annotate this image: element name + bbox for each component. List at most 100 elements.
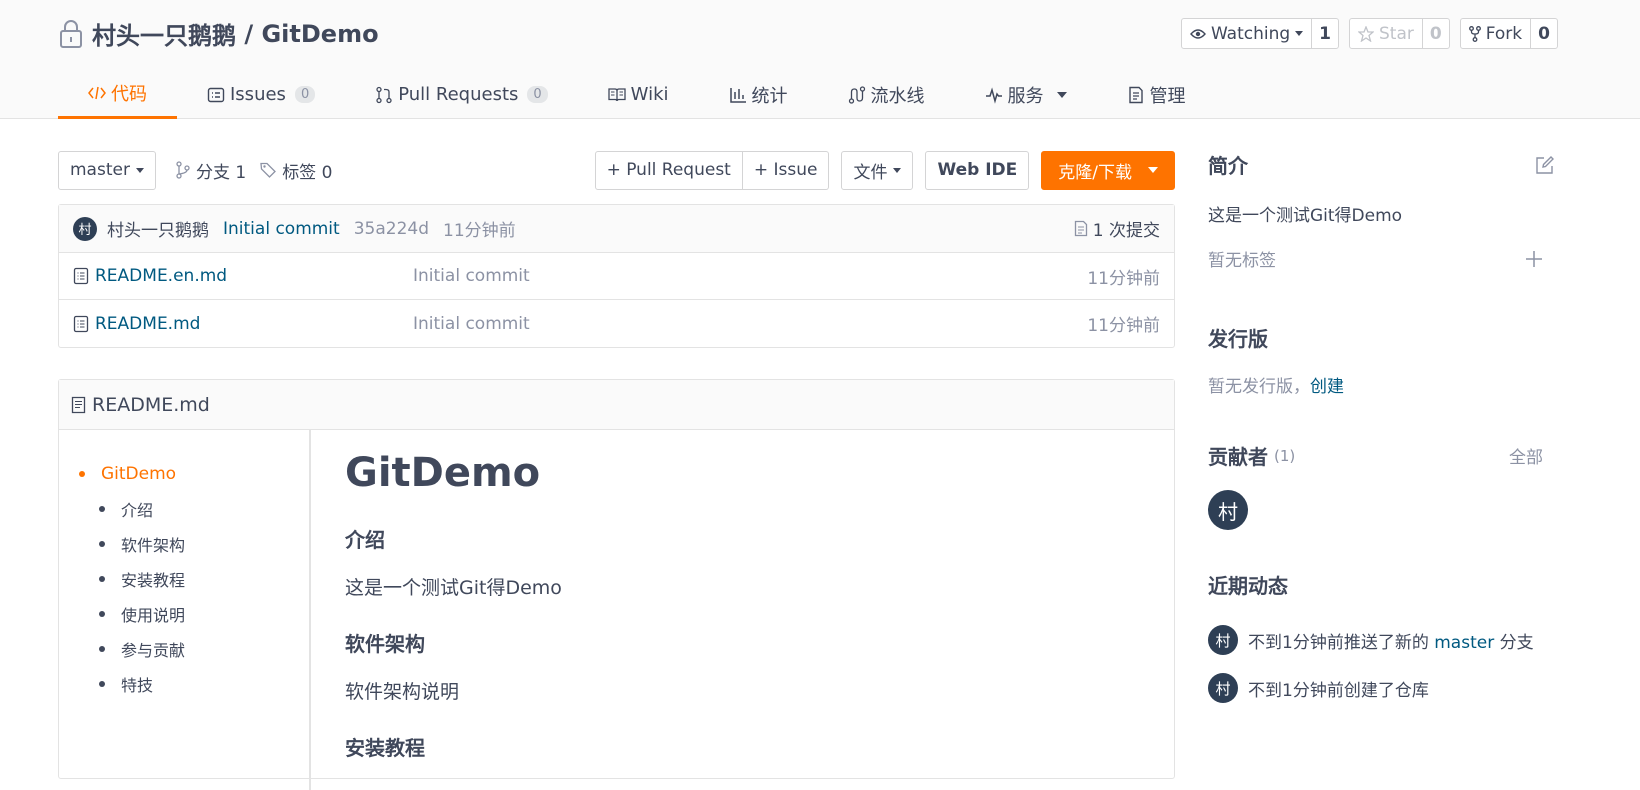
toc-item[interactable]: 安装教程 xyxy=(59,561,309,596)
about-section-title: 简介 xyxy=(1208,150,1555,179)
activity-title: 近期动态 xyxy=(1208,574,1288,598)
file-row: README.md Initial commit 11分钟前 xyxy=(59,300,1174,347)
repo-name-link[interactable]: GitDemo xyxy=(261,20,378,48)
commit-author[interactable]: 村头一只鹅鹅 xyxy=(107,216,209,241)
file-menu-label: 文件 xyxy=(853,162,888,183)
edit-icon[interactable] xyxy=(1535,155,1555,175)
fork-label: Fork xyxy=(1485,23,1523,44)
tab-code[interactable]: 代码 xyxy=(58,70,177,119)
fork-icon xyxy=(1468,25,1481,42)
new-issue-button[interactable]: + Issue xyxy=(742,150,830,190)
pulse-icon xyxy=(985,86,1002,104)
toc-item[interactable]: GitDemo xyxy=(59,456,309,491)
tab-pipeline[interactable]: 流水线 xyxy=(818,70,955,119)
tab-issues-label: Issues xyxy=(230,84,286,105)
star-label: Star xyxy=(1379,23,1414,44)
create-release-link[interactable]: 创建 xyxy=(1310,377,1344,397)
tab-services[interactable]: 服务 xyxy=(955,70,1097,119)
about-title: 简介 xyxy=(1208,154,1248,178)
fork-count[interactable]: 0 xyxy=(1531,19,1557,48)
plus-icon[interactable] xyxy=(1525,250,1543,268)
toc-item[interactable]: 软件架构 xyxy=(59,526,309,561)
branch-bar-actions: + Pull Request + Issue 文件 Web IDE 克隆/下载 xyxy=(594,150,1175,190)
watch-button[interactable]: Watching 1 xyxy=(1180,18,1340,49)
chart-icon xyxy=(729,87,746,103)
toc-label: GitDemo xyxy=(101,463,177,484)
tab-stats[interactable]: 统计 xyxy=(699,70,818,119)
readme-architecture-text: 软件架构说明 xyxy=(345,681,460,703)
lock-icon xyxy=(60,19,82,48)
file-name[interactable]: README.md xyxy=(73,314,413,334)
toc-item[interactable]: 介绍 xyxy=(59,491,309,526)
tags-row: 暂无标签 xyxy=(1208,246,1555,271)
no-tags-text: 暂无标签 xyxy=(1208,251,1276,271)
file-link[interactable]: README.md xyxy=(95,314,200,334)
star-button[interactable]: Star 0 xyxy=(1349,18,1450,49)
tab-issues[interactable]: Issues 0 xyxy=(177,70,345,119)
toc-item[interactable]: 使用说明 xyxy=(59,596,309,631)
commit-time: 11分钟前 xyxy=(443,221,516,241)
repo-tabs: 代码 Issues 0 Pull Requests 0 Wiki 统计 流水线 … xyxy=(58,70,1216,119)
tab-pull-requests[interactable]: Pull Requests 0 xyxy=(345,70,577,119)
commit-message-link[interactable]: Initial commit xyxy=(223,219,340,239)
avatar[interactable]: 村 xyxy=(1208,673,1238,703)
web-ide-button[interactable]: Web IDE xyxy=(925,150,1030,190)
toc-label: 安装教程 xyxy=(121,570,186,590)
readme-heading-architecture: 软件架构 xyxy=(345,632,425,656)
file-menu-button[interactable]: 文件 xyxy=(841,150,914,190)
bullet-icon xyxy=(79,470,85,477)
contributors-list: 村 xyxy=(1208,490,1555,530)
toc-label: 参与贡献 xyxy=(121,640,186,660)
avatar[interactable]: 村 xyxy=(73,216,97,241)
branch-link[interactable]: master xyxy=(1434,633,1494,653)
all-contributors-link[interactable]: 全部 xyxy=(1509,443,1543,468)
contributors-count: (1) xyxy=(1274,446,1296,465)
toc-item[interactable]: 参与贡献 xyxy=(59,631,309,666)
avatar[interactable]: 村 xyxy=(1208,625,1238,655)
clone-download-button[interactable]: 克隆/下载 xyxy=(1041,150,1175,190)
issues-count-badge: 0 xyxy=(294,86,316,103)
watch-count[interactable]: 1 xyxy=(1312,19,1338,48)
repo-separator: / xyxy=(236,19,262,48)
activity-text: 不到1分钟前推送了新的 master 分支 xyxy=(1248,628,1534,653)
fork-button[interactable]: Fork 0 xyxy=(1459,18,1558,49)
commit-hash[interactable]: 35a224d xyxy=(354,219,429,239)
tab-pipeline-label: 流水线 xyxy=(870,85,925,107)
tag-icon xyxy=(260,162,277,178)
file-commit-message[interactable]: Initial commit xyxy=(413,266,1087,286)
branches-link[interactable]: 分支 1 xyxy=(176,158,246,183)
file-text-icon xyxy=(71,396,86,413)
repo-owner-link[interactable]: 村头一只鹅鹅 xyxy=(92,16,236,51)
watch-label: Watching xyxy=(1210,23,1291,44)
tab-manage-label: 管理 xyxy=(1149,85,1186,107)
tab-wiki-label: Wiki xyxy=(630,84,669,105)
tab-wiki[interactable]: Wiki xyxy=(578,70,699,119)
file-commit-message[interactable]: Initial commit xyxy=(413,314,1087,334)
about-description: 这是一个测试Git得Demo xyxy=(1208,206,1403,226)
readme-toc: GitDemo 介绍 软件架构 安装教程 使用说明 参与贡献 特技 xyxy=(59,430,311,790)
file-link[interactable]: README.en.md xyxy=(95,266,227,286)
tab-manage[interactable]: 管理 xyxy=(1097,70,1216,119)
star-count[interactable]: 0 xyxy=(1423,19,1449,48)
pull-requests-count-badge: 0 xyxy=(527,86,548,103)
tab-pull-requests-label: Pull Requests xyxy=(398,84,519,105)
settings-doc-icon xyxy=(1128,86,1143,103)
chevron-down-icon xyxy=(893,167,902,173)
file-name[interactable]: README.en.md xyxy=(73,266,413,286)
file-row: README.en.md Initial commit 11分钟前 xyxy=(59,253,1174,300)
no-release-text: 暂无发行版， xyxy=(1208,377,1310,397)
new-pull-request-button[interactable]: + Pull Request xyxy=(594,150,743,190)
toc-item[interactable]: 特技 xyxy=(59,666,309,701)
pull-request-icon xyxy=(376,86,392,103)
toc-label: 介绍 xyxy=(121,500,154,520)
repo-sidebar: 简介 这是一个测试Git得Demo 暂无标签 发行版 暂无发行版，创建 贡献者 … xyxy=(1208,150,1555,703)
commit-count-link[interactable]: 1 次提交 xyxy=(1074,216,1160,241)
tab-stats-label: 统计 xyxy=(751,85,788,107)
tab-services-label: 服务 xyxy=(1007,85,1044,107)
book-icon xyxy=(608,87,626,101)
branch-select[interactable]: master xyxy=(58,150,156,190)
avatar[interactable]: 村 xyxy=(1208,490,1248,530)
tags-link[interactable]: 标签 0 xyxy=(260,158,332,183)
readme-panel: README.md GitDemo 介绍 软件架构 安装教程 使用说明 参与贡献… xyxy=(58,379,1175,790)
chevron-down-icon xyxy=(1148,167,1158,173)
